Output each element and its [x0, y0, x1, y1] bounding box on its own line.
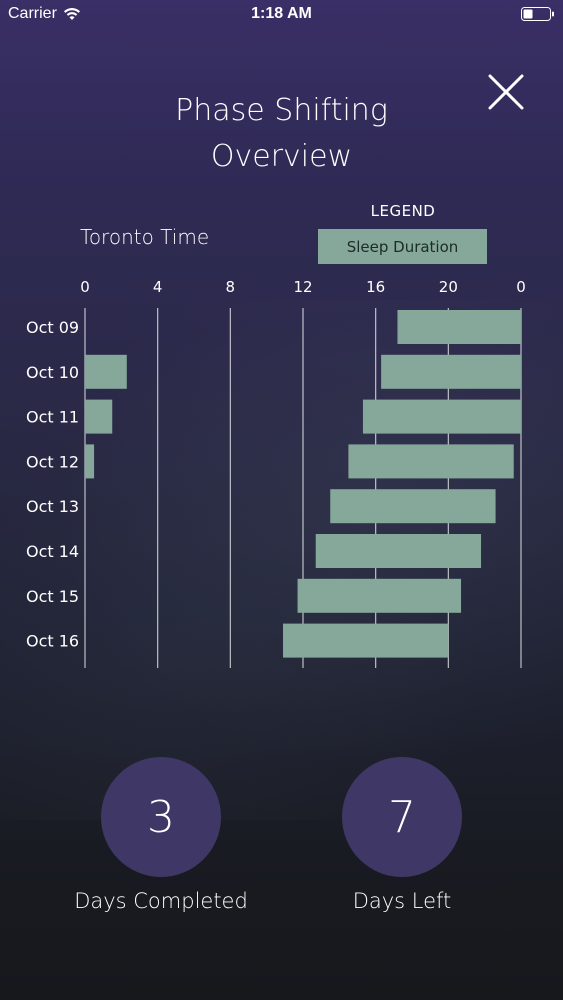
- page-title: Phase Shifting Overview: [0, 88, 563, 180]
- status-bar: Carrier 1:18 AM: [0, 0, 563, 28]
- sleep-bar: [330, 489, 496, 524]
- x-tick-label: 0: [516, 278, 526, 296]
- row-label: Oct 15: [26, 587, 79, 606]
- sleep-bar: [85, 444, 95, 479]
- days-completed-stat: 3 Days Completed: [61, 757, 261, 913]
- status-time: 1:18 AM: [251, 5, 312, 22]
- row-label: Oct 13: [26, 497, 79, 516]
- days-completed-value: 3: [147, 791, 175, 843]
- legend-heading: LEGEND: [370, 202, 436, 220]
- x-tick-label: 20: [439, 278, 458, 296]
- row-label: Oct 16: [26, 632, 79, 651]
- x-tick-label: 16: [366, 278, 385, 296]
- sleep-bar: [315, 534, 482, 568]
- days-left-circle: 7: [342, 757, 462, 877]
- sleep-bar: [283, 623, 449, 658]
- days-left-stat: 7 Days Left: [302, 757, 502, 913]
- row-label: Oct 11: [26, 408, 79, 427]
- days-completed-label: Days Completed: [74, 889, 248, 913]
- sleep-bar: [362, 399, 521, 434]
- timezone-label: Toronto Time: [80, 225, 210, 249]
- sleep-bar: [85, 399, 113, 434]
- sleep-bar: [348, 444, 514, 479]
- sleep-bar: [397, 310, 521, 344]
- sleep-bar: [297, 578, 462, 613]
- x-tick-label: 8: [226, 278, 236, 296]
- days-completed-circle: 3: [101, 757, 221, 877]
- row-label: Oct 09: [26, 318, 79, 337]
- x-tick-label: 4: [153, 278, 163, 296]
- x-tick-label: 12: [293, 278, 312, 296]
- battery-icon: [521, 7, 554, 21]
- row-label: Oct 12: [26, 452, 79, 471]
- days-left-value: 7: [388, 791, 416, 843]
- sleep-bar: [85, 354, 127, 389]
- x-tick-label: 0: [80, 278, 90, 296]
- legend-sleep-duration: Sleep Duration: [318, 229, 487, 264]
- page-title-line2: Overview: [210, 139, 353, 174]
- legend-sleep-duration-label: Sleep Duration: [346, 237, 459, 256]
- sleep-chart: 0 4 8 12 16 20 0 Oct 09 Oct 10 Oct 11 Oct 12 Oct 13…: [26, 278, 526, 668]
- row-label: Oct 10: [26, 363, 79, 382]
- row-label: Oct 14: [26, 542, 79, 561]
- page-title-line1: Phase Shifting: [175, 93, 388, 128]
- days-left-label: Days Left: [352, 889, 452, 913]
- sleep-bar: [381, 354, 521, 389]
